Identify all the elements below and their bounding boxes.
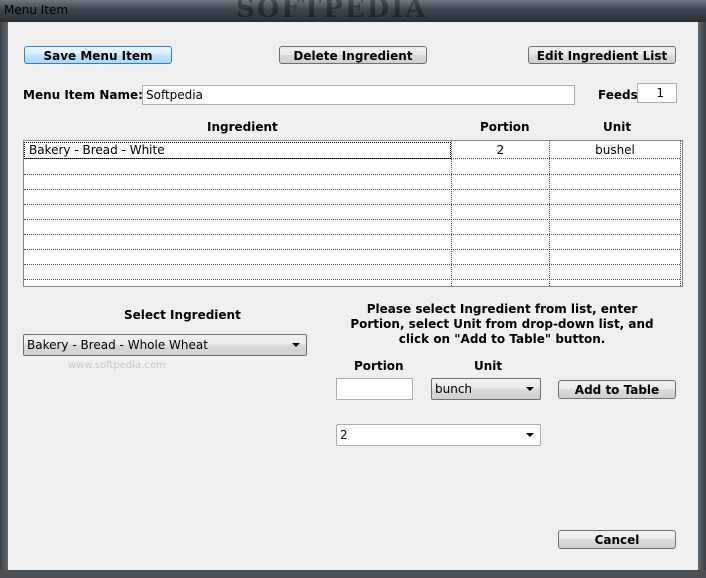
- table-row[interactable]: [24, 189, 680, 205]
- column-header-ingredient: Ingredient: [207, 120, 278, 134]
- column-divider: [680, 141, 681, 286]
- table-row[interactable]: [24, 249, 680, 265]
- title-bar: SOFTPEDIA Menu Item: [0, 0, 706, 24]
- cell-portion[interactable]: 2: [452, 143, 549, 158]
- instructions-text: Please select Ingredient from list, ente…: [350, 302, 654, 346]
- menu-item-name-label: Menu Item Name:: [23, 88, 143, 102]
- faint-watermark-text: www.softpedia.com: [68, 360, 166, 371]
- portion-input[interactable]: [336, 378, 413, 400]
- menu-item-name-input[interactable]: Softpedia: [142, 85, 575, 105]
- feeds-label: Feeds:: [598, 88, 643, 102]
- save-menu-item-button[interactable]: Save Menu Item: [24, 46, 172, 64]
- table-row[interactable]: [24, 159, 680, 175]
- portion-combo-value: 2: [340, 428, 348, 442]
- table-row[interactable]: [24, 264, 680, 280]
- table-row[interactable]: [24, 204, 680, 220]
- ingredient-dropdown-value: Bakery - Bread - Whole Wheat: [27, 338, 208, 352]
- cell-unit[interactable]: bushel: [550, 143, 680, 158]
- unit-dropdown[interactable]: bunch: [431, 378, 541, 400]
- portion-combo[interactable]: 2: [336, 424, 541, 446]
- table-row[interactable]: Bakery - Bread - White 2 bushel: [24, 142, 680, 159]
- select-ingredient-label: Select Ingredient: [124, 308, 241, 322]
- feeds-input[interactable]: 1: [637, 83, 677, 103]
- table-row[interactable]: [24, 219, 680, 235]
- table-row[interactable]: [24, 174, 680, 190]
- chevron-down-icon: [292, 343, 300, 347]
- watermark-logo: SOFTPEDIA: [236, 0, 428, 24]
- unit-dropdown-value: bunch: [435, 382, 473, 396]
- dialog-client-area: Save Menu Item Delete Ingredient Edit In…: [8, 22, 698, 570]
- column-header-portion: Portion: [480, 120, 530, 134]
- window-frame-left: [0, 22, 8, 570]
- window-frame-bottom: [0, 570, 706, 578]
- delete-ingredient-button[interactable]: Delete Ingredient: [279, 46, 427, 64]
- window-frame-right: [698, 22, 706, 570]
- table-row[interactable]: [24, 234, 680, 250]
- ingredient-dropdown[interactable]: Bakery - Bread - Whole Wheat: [23, 334, 307, 356]
- edit-ingredient-list-button[interactable]: Edit Ingredient List: [528, 46, 676, 64]
- window-title: Menu Item: [4, 3, 69, 17]
- ingredient-table[interactable]: Bakery - Bread - White 2 bushel: [23, 140, 683, 287]
- chevron-down-icon: [526, 387, 534, 391]
- column-header-unit: Unit: [603, 120, 632, 134]
- portion-label: Portion: [354, 359, 404, 373]
- cell-ingredient[interactable]: Bakery - Bread - White: [24, 142, 451, 159]
- unit-label: Unit: [474, 359, 503, 373]
- chevron-down-icon: [526, 433, 534, 437]
- cancel-button[interactable]: Cancel: [558, 530, 676, 549]
- add-to-table-button[interactable]: Add to Table: [558, 380, 676, 399]
